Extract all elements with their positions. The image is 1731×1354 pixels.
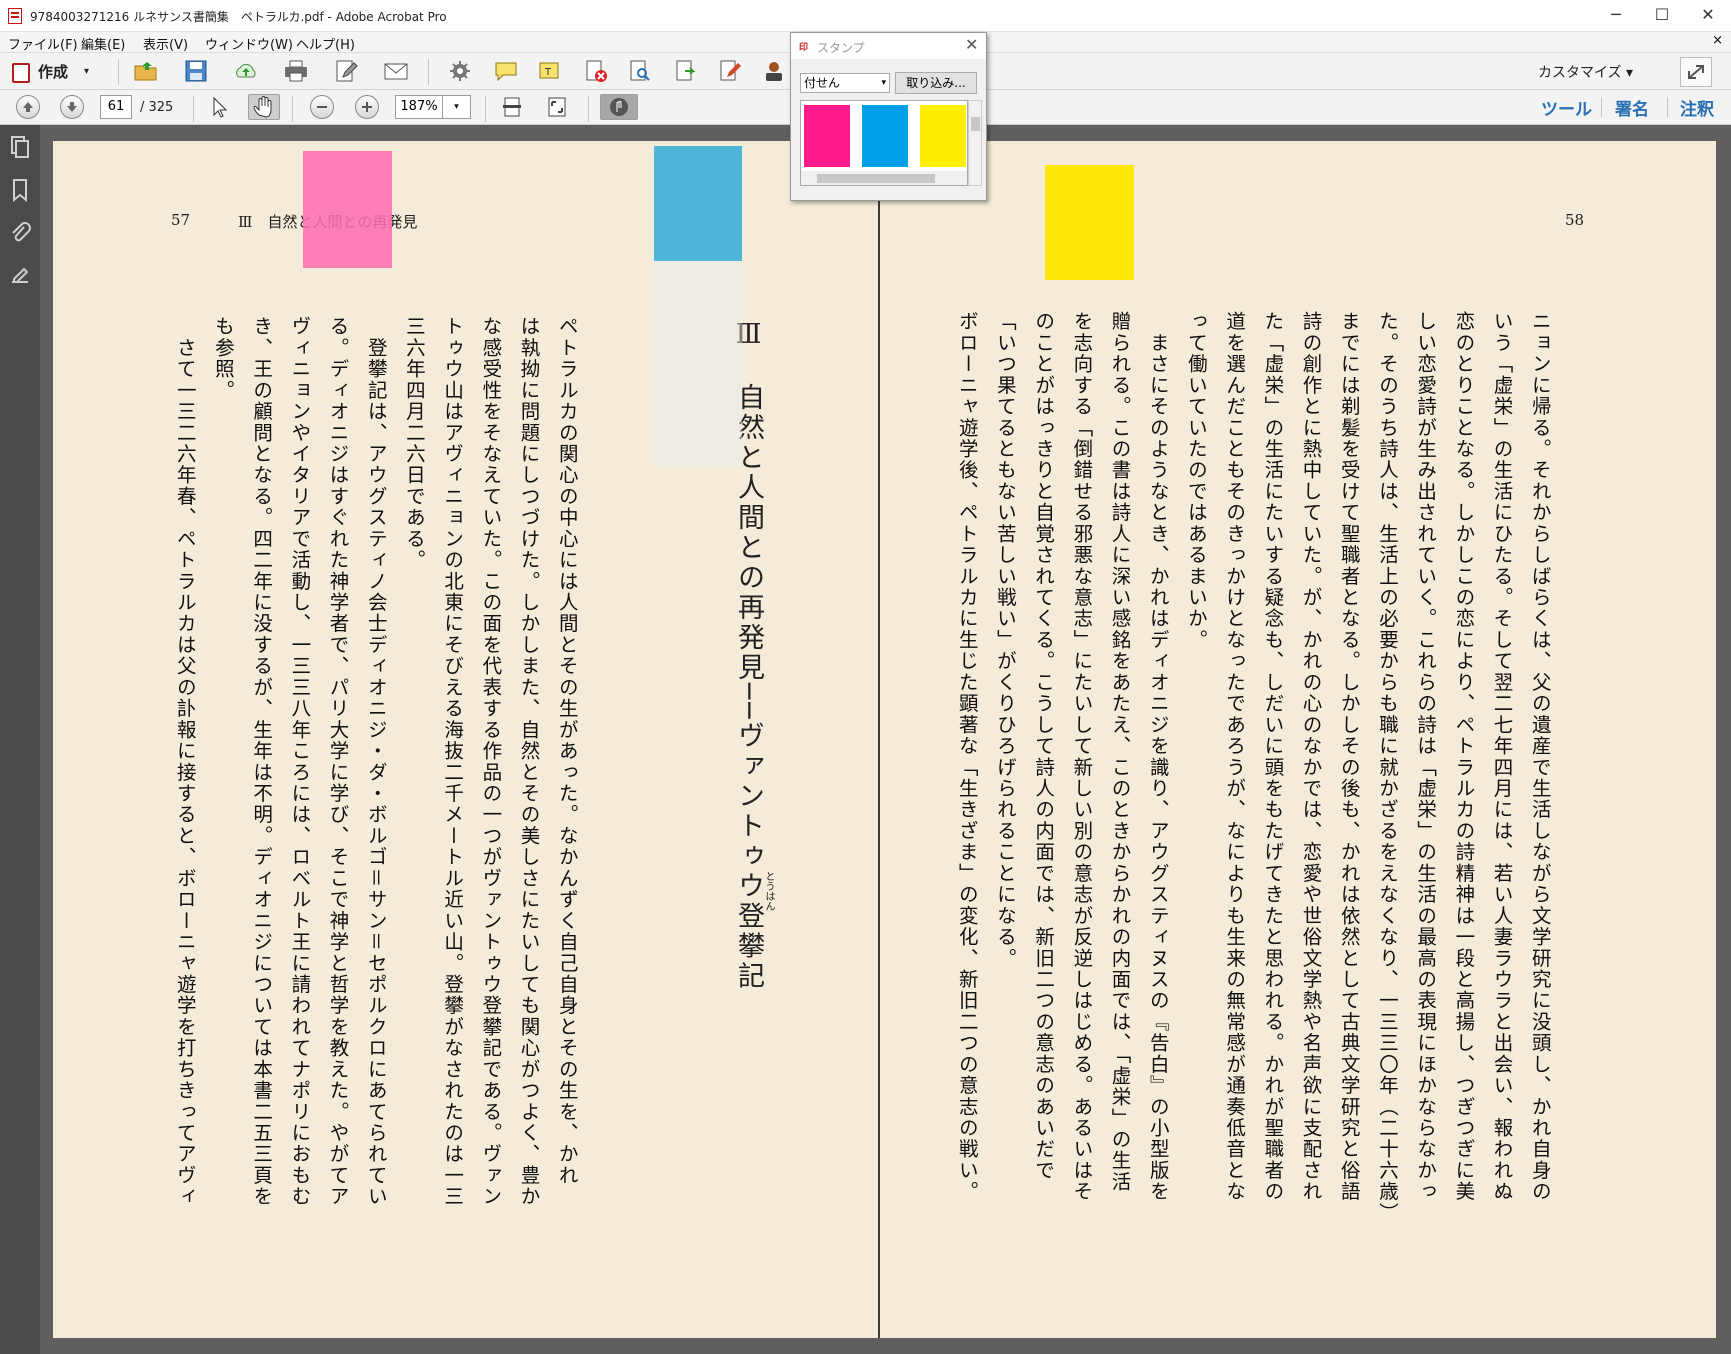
touch-mode-icon	[610, 98, 628, 116]
bookmarks-icon[interactable]	[9, 178, 31, 202]
attachments-icon[interactable]	[9, 221, 31, 245]
cloud-upload-icon[interactable]	[233, 59, 259, 83]
stamp-user-icon[interactable]	[761, 59, 787, 83]
toolbar-divider	[428, 59, 429, 85]
comment-icon[interactable]	[493, 59, 519, 83]
menu-help[interactable]: ヘルプ(H)	[296, 34, 355, 53]
menu-edit[interactable]: 編集(E)	[81, 34, 125, 53]
import-button[interactable]: 取り込み...	[895, 72, 977, 94]
blue-stamp-swatch[interactable]	[862, 105, 908, 167]
blue-sticky-note-fade	[654, 261, 742, 466]
title-bar: 9784003271216 ルネサンス書簡集 ペトラルカ.pdf - Adobe…	[0, 0, 1731, 32]
acrobat-pdf-icon	[8, 8, 22, 24]
zoom-in-button[interactable]	[355, 95, 379, 119]
close-button[interactable]: ✕	[1685, 0, 1731, 32]
blue-sticky-note[interactable]	[654, 146, 742, 261]
highlight-icon[interactable]: T	[537, 59, 563, 83]
fit-page-icon[interactable]	[499, 95, 525, 119]
next-page-button[interactable]	[60, 95, 84, 119]
left-page-body: ペトラルカの関心の中心には人間とその生があった。なかんずく自己自身とその生を、か…	[165, 316, 585, 1276]
select-cursor-icon[interactable]	[206, 95, 232, 119]
pink-stamp-swatch[interactable]	[804, 105, 850, 167]
left-page-number: 57	[171, 211, 191, 229]
page-thumbnails-icon[interactable]	[9, 135, 31, 159]
right-page-body: ニョンに帰る。それからしばらくは、父の遺産で生活しながら文学研究に没頭し、かれ自…	[947, 311, 1558, 1271]
signatures-icon[interactable]	[9, 264, 31, 288]
pink-sticky-note[interactable]	[303, 151, 392, 268]
create-button[interactable]: 作成 ▾	[8, 58, 98, 86]
arrow-down-icon	[67, 102, 77, 112]
sign-icon[interactable]	[717, 59, 743, 83]
minus-icon	[317, 106, 327, 108]
page-number-input[interactable]: 61	[100, 95, 132, 119]
create-pdf-icon	[12, 63, 30, 83]
stamp-category-value: 付せん	[804, 76, 841, 90]
print-icon[interactable]	[283, 59, 309, 83]
toolbar-divider	[485, 96, 486, 122]
stamp-category-select[interactable]: 付せん ▾	[800, 73, 890, 93]
save-icon[interactable]	[183, 59, 209, 83]
page-spine-divider	[878, 141, 880, 1338]
document-viewport[interactable]: 57 Ⅲ 自然と人間との再発見 Ⅲ 自然と人間との再発見──ヴァントゥウ登攀記 …	[40, 125, 1731, 1354]
close-document-button[interactable]: ×	[1712, 33, 1723, 48]
stamp-palette-titlebar[interactable]: 印 スタンプ ✕	[791, 33, 986, 59]
expand-icon[interactable]	[1680, 57, 1712, 87]
create-label: 作成	[38, 63, 69, 81]
toolbar-divider	[118, 59, 119, 85]
tab-divider	[1667, 97, 1668, 117]
hand-tool-button[interactable]	[248, 94, 280, 120]
maximize-button[interactable]: ☐	[1639, 0, 1685, 32]
zoom-level-input[interactable]: 187%	[395, 95, 443, 119]
arrow-up-icon	[23, 102, 33, 112]
scroll-thumb[interactable]	[971, 117, 980, 131]
close-icon[interactable]: ✕	[965, 35, 978, 54]
plus-icon	[362, 102, 372, 112]
right-page-number: 58	[1565, 211, 1585, 229]
menu-file[interactable]: ファイル(F)	[8, 34, 78, 53]
customize-menu[interactable]: カスタマイズ ▾	[1538, 62, 1633, 82]
toolbar-divider	[588, 96, 589, 122]
navigation-pane	[0, 125, 40, 1354]
open-folder-icon[interactable]	[133, 59, 159, 83]
yellow-sticky-note[interactable]	[1045, 165, 1134, 280]
previous-page-button[interactable]	[16, 95, 40, 119]
toolbar-divider	[292, 96, 293, 122]
horizontal-scrollbar[interactable]	[801, 171, 967, 185]
settings-icon[interactable]	[447, 59, 473, 83]
edit-icon[interactable]	[333, 59, 359, 83]
export-icon[interactable]	[673, 59, 699, 83]
chapter-title-ruby: とうはん	[763, 871, 774, 911]
tab-sign[interactable]: 署名	[1615, 95, 1649, 120]
scroll-thumb[interactable]	[817, 174, 935, 183]
menu-view[interactable]: 表示(V)	[143, 34, 188, 53]
zoom-dropdown[interactable]: ▾	[443, 95, 471, 119]
email-icon[interactable]	[383, 59, 409, 83]
left-body-text: ペトラルカの関心の中心には人間とその生があった。なかんずく自己自身とその生を、か…	[173, 316, 579, 1208]
stamp-swatch-list	[800, 100, 968, 186]
read-mode-button[interactable]	[600, 94, 638, 120]
tab-comment[interactable]: 注釈	[1680, 95, 1714, 120]
hand-icon	[253, 96, 272, 118]
stamp-palette-title: スタンプ	[817, 41, 865, 55]
menu-window[interactable]: ウィンドウ(W)	[205, 34, 293, 53]
delete-icon[interactable]	[583, 59, 609, 83]
toolbar-divider	[193, 96, 194, 122]
stamp-palette[interactable]: 印 スタンプ ✕ 付せん ▾ 取り込み...	[790, 32, 987, 201]
svg-text:T: T	[544, 67, 552, 78]
full-screen-icon[interactable]	[544, 95, 570, 119]
zoom-out-button[interactable]	[310, 95, 334, 119]
stamp-icon: 印	[799, 43, 809, 53]
minimize-button[interactable]: ─	[1593, 0, 1639, 32]
tab-divider	[1601, 97, 1602, 117]
search-doc-icon[interactable]	[627, 59, 653, 83]
yellow-stamp-swatch[interactable]	[920, 105, 966, 167]
page-total: / 325	[140, 100, 174, 115]
vertical-scrollbar[interactable]	[968, 100, 982, 186]
pdf-page-spread: 57 Ⅲ 自然と人間との再発見 Ⅲ 自然と人間との再発見──ヴァントゥウ登攀記 …	[53, 141, 1716, 1338]
chevron-down-icon: ▾	[84, 66, 90, 77]
chevron-down-icon: ▾	[881, 78, 886, 88]
right-body-text: ニョンに帰る。それからしばらくは、父の遺産で生活しながら文学研究に没頭し、かれ自…	[955, 311, 1552, 1224]
tab-tools[interactable]: ツール	[1541, 95, 1592, 120]
window-title: 9784003271216 ルネサンス書簡集 ペトラルカ.pdf - Adobe…	[30, 10, 447, 24]
